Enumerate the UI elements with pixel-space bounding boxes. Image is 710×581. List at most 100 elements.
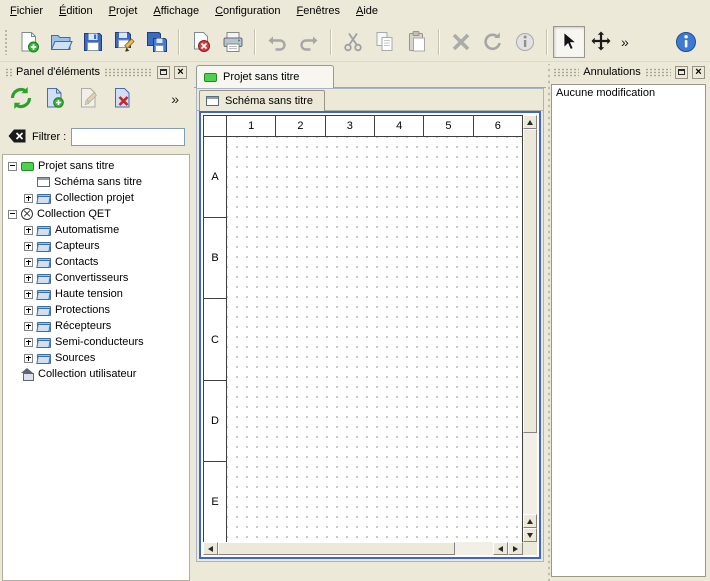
tree-item-label: Récepteurs: [55, 320, 111, 332]
menu-edition[interactable]: Édition: [51, 0, 101, 22]
undo-button[interactable]: [261, 26, 293, 58]
tree-item-recepteurs[interactable]: Récepteurs: [3, 318, 189, 334]
save-as-button[interactable]: [109, 26, 141, 58]
undo-panel-titlebar[interactable]: Annulations: [550, 64, 708, 80]
tree-item-projet-sans-titre[interactable]: Projet sans titre: [3, 158, 189, 174]
menu-fichier[interactable]: Fichier: [2, 0, 51, 22]
open-project-button[interactable]: [45, 26, 77, 58]
ruler-column-1: 1: [227, 116, 276, 136]
vertical-scrollbar[interactable]: [523, 115, 537, 542]
close-file-button[interactable]: [185, 26, 217, 58]
collapse-expander-icon[interactable]: [8, 210, 17, 219]
expand-expander-icon[interactable]: [24, 290, 33, 299]
tab-projet-sans-titre[interactable]: Projet sans titre: [196, 65, 334, 88]
close-panel-button[interactable]: [692, 66, 705, 79]
project-icon: [204, 73, 217, 82]
tree-item-automatisme[interactable]: Automatisme: [3, 222, 189, 238]
cut-button[interactable]: [337, 26, 369, 58]
tree-item-convertisseurs[interactable]: Convertisseurs: [3, 270, 189, 286]
delete-button[interactable]: [445, 26, 477, 58]
menu-aide[interactable]: Aide: [348, 0, 386, 22]
paste-button[interactable]: [401, 26, 433, 58]
new-element-button[interactable]: [40, 84, 70, 114]
toolbar-grip[interactable]: [4, 29, 9, 55]
save-button[interactable]: [77, 26, 109, 58]
undo-history-list[interactable]: Aucune modification: [551, 84, 706, 577]
tree-item-semi-conducteurs[interactable]: Semi-conducteurs: [3, 334, 189, 350]
float-panel-button[interactable]: [675, 66, 688, 79]
copy-button[interactable]: [369, 26, 401, 58]
element-info-button[interactable]: [509, 26, 541, 58]
panel-toolbar-overflow-button[interactable]: »: [167, 84, 183, 114]
elements-panel-titlebar[interactable]: Panel d'éléments: [2, 64, 190, 80]
paste-icon: [405, 30, 429, 54]
rotate-button[interactable]: [477, 26, 509, 58]
scroll-left-button[interactable]: [203, 542, 218, 555]
expand-expander-icon[interactable]: [24, 274, 33, 283]
tree-item-protections[interactable]: Protections: [3, 302, 189, 318]
scroll-down-button[interactable]: [523, 528, 537, 542]
vertical-scroll-thumb[interactable]: [523, 129, 537, 433]
new-document-button[interactable]: [13, 26, 45, 58]
rotate-icon: [481, 30, 505, 54]
undo-empty-message: Aucune modification: [556, 87, 701, 99]
schema-canvas[interactable]: [227, 137, 522, 542]
tree-item-contacts[interactable]: Contacts: [3, 254, 189, 270]
home-icon: [21, 368, 34, 380]
ruler-row-b: B: [204, 218, 226, 299]
arrow-up-icon: [527, 519, 533, 524]
delete-element-button[interactable]: [108, 84, 138, 114]
filter-input[interactable]: [71, 128, 185, 146]
expand-expander-icon[interactable]: [24, 322, 33, 331]
select-tool-button[interactable]: [553, 26, 585, 58]
folder-icon: [37, 321, 51, 332]
ruler-row-a: A: [204, 137, 226, 218]
float-panel-button[interactable]: [157, 66, 170, 79]
collapse-expander-icon[interactable]: [8, 162, 17, 171]
redo-button[interactable]: [293, 26, 325, 58]
folder-icon: [37, 353, 51, 364]
toolbar-separator: [438, 29, 440, 55]
horizontal-scrollbar[interactable]: [203, 542, 523, 555]
edit-element-button[interactable]: [74, 84, 104, 114]
expand-expander-icon[interactable]: [24, 194, 33, 203]
menu-configuration[interactable]: Configuration: [207, 0, 288, 22]
horizontal-scroll-thumb[interactable]: [218, 542, 455, 555]
tree-item-label: Collection projet: [55, 192, 134, 204]
scroll-right-button[interactable]: [508, 542, 523, 555]
arrow-down-icon: [527, 533, 533, 538]
menu-projet[interactable]: Projet: [101, 0, 146, 22]
menu-fichier-label: Fichier: [10, 5, 43, 17]
tree-item-sources[interactable]: Sources: [3, 350, 189, 366]
tree-item-collection-projet[interactable]: Collection projet: [3, 190, 189, 206]
close-panel-button[interactable]: [174, 66, 187, 79]
help-info-button[interactable]: [670, 26, 702, 58]
toolbar-separator: [330, 29, 332, 55]
vertical-scroll-track[interactable]: [523, 129, 537, 514]
print-button[interactable]: [217, 26, 249, 58]
horizontal-scroll-track[interactable]: [218, 542, 493, 555]
tab-schema-sans-titre[interactable]: Schéma sans titre: [199, 90, 325, 111]
expand-expander-icon[interactable]: [24, 354, 33, 363]
expand-expander-icon[interactable]: [24, 338, 33, 347]
tree-item-collection-qet[interactable]: Collection QET: [3, 206, 189, 222]
qelectrotech-window: Fichier Édition Projet Affichage Configu…: [0, 0, 710, 581]
tree-item-schema-sans-titre[interactable]: Schéma sans titre: [3, 174, 189, 190]
save-all-button[interactable]: [141, 26, 173, 58]
tree-item-collection-utilisateur[interactable]: Collection utilisateur: [3, 366, 189, 382]
move-tool-button[interactable]: [585, 26, 617, 58]
expand-expander-icon[interactable]: [24, 258, 33, 267]
expand-expander-icon[interactable]: [24, 242, 33, 251]
scroll-up-button-2[interactable]: [523, 514, 537, 528]
menu-affichage[interactable]: Affichage: [145, 0, 207, 22]
toolbar-overflow-button[interactable]: »: [617, 27, 633, 57]
tree-item-capteurs[interactable]: Capteurs: [3, 238, 189, 254]
clear-filter-icon[interactable]: [7, 128, 27, 147]
menu-fenetres[interactable]: Fenêtres: [289, 0, 348, 22]
scroll-left-button-2[interactable]: [493, 542, 508, 555]
expand-expander-icon[interactable]: [24, 306, 33, 315]
reload-collections-button[interactable]: [6, 84, 36, 114]
expand-expander-icon[interactable]: [24, 226, 33, 235]
tree-item-haute-tension[interactable]: Haute tension: [3, 286, 189, 302]
scroll-up-button[interactable]: [523, 115, 537, 129]
